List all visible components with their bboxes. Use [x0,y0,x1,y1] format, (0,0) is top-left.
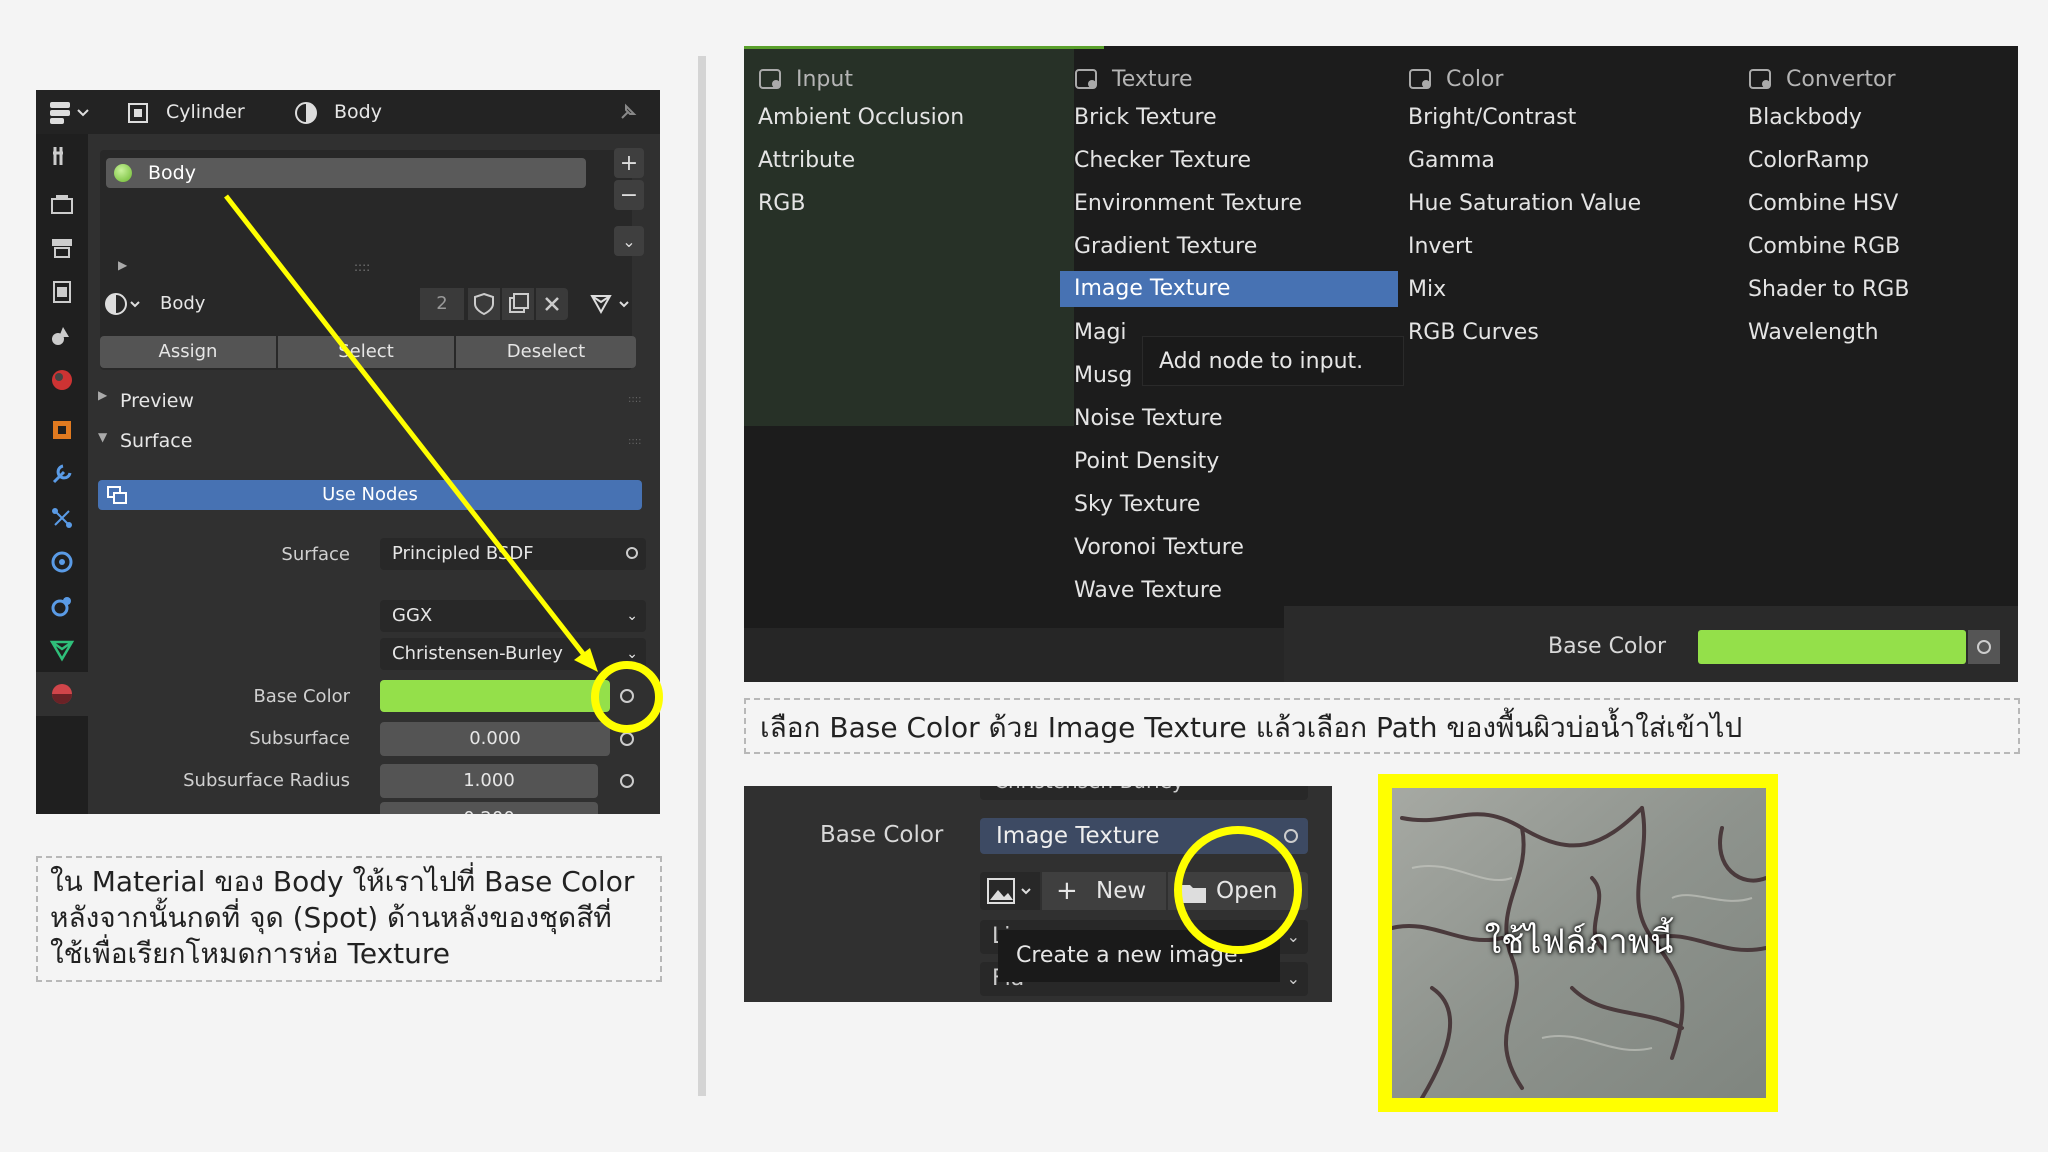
caption-line-3: ใช้เพื่อเรียกโหมดการห่อ Texture [50,937,451,970]
subsurface-method-cutoff: Christensen-Burley [980,786,1308,800]
menu-item[interactable]: ColorRamp [1748,139,1909,182]
open-highlight-circle [1174,826,1302,954]
menu-item[interactable]: Shader to RGB [1748,268,1909,311]
column-header: Convertor [1786,66,1896,92]
menu-icon [1409,69,1431,89]
texture-caption: ใช้ไฟล์ภาพนี้ [1484,922,1674,962]
base-color-label: Base Color [820,822,944,848]
menu-column-input: Input Ambient Occlusion Attribute RGB [758,62,964,225]
annotation-arrow [224,194,590,662]
socket-button[interactable] [1968,630,2000,664]
menu-item[interactable]: Point Density [1074,440,1398,483]
background-timeline [744,628,1284,682]
menu-item[interactable]: Bright/Contrast [1408,96,1641,139]
highlight-circle [591,661,663,733]
menu-item[interactable]: Checker Texture [1074,139,1398,182]
menu-item[interactable]: Combine RGB [1748,225,1909,268]
menu-item[interactable]: Blackbody [1748,96,1909,139]
middle-caption: เลือก Base Color ด้วย Image Texture แล้ว… [744,698,2020,754]
chevron-down-icon: ⌄ [1286,969,1300,988]
base-color-value: Image Texture [996,823,1160,849]
plus-icon: + [1056,876,1078,906]
menu-column-convertor: Convertor Blackbody ColorRamp Combine HS… [1748,62,1909,354]
menu-item[interactable]: Gradient Texture [1074,225,1398,268]
menu-item[interactable]: Brick Texture [1074,96,1398,139]
selection-bar [744,46,1104,49]
menu-item[interactable]: Gamma [1408,139,1641,182]
menu-item[interactable]: Wavelength [1748,311,1909,354]
menu-item-selected[interactable]: Image Texture [1060,271,1398,307]
column-header: Texture [1112,66,1193,92]
menu-item[interactable]: Voronoi Texture [1074,526,1398,569]
menu-item[interactable]: Sky Texture [1074,483,1398,526]
menu-item[interactable]: Environment Texture [1074,182,1398,225]
menu-item[interactable]: Invert [1408,225,1641,268]
menu-item[interactable]: RGB [758,182,964,225]
tooltip: Add node to input. [1142,336,1404,386]
rock-texture-image: ใช้ไฟล์ภาพนี้ [1390,788,1768,1100]
menu-item[interactable]: Noise Texture [1074,397,1398,440]
add-node-menu-screenshot: Input Ambient Occlusion Attribute RGB Te… [744,46,2018,682]
base-color-label: Base Color [1548,634,1667,659]
socket-icon [1977,640,1991,654]
menu-item[interactable]: RGB Curves [1408,311,1641,354]
menu-item[interactable]: Hue Saturation Value [1408,182,1641,225]
menu-icon [1075,69,1097,89]
new-image-button[interactable]: + New [1042,872,1166,910]
base-color-swatch[interactable] [1698,630,1966,664]
menu-item[interactable]: Attribute [758,139,964,182]
menu-column-color: Color Bright/Contrast Gamma Hue Saturati… [1408,62,1641,354]
left-caption: ใน Material ของ Body ให้เราไปที่ Base Co… [36,856,662,982]
menu-item[interactable]: Mix [1408,268,1641,311]
caption-line-1: ใน Material ของ Body ให้เราไปที่ Base Co… [50,865,635,898]
menu-icon [759,69,781,89]
new-label: New [1096,878,1147,904]
column-header: Color [1446,66,1504,92]
annotation-arrowhead [574,648,598,672]
menu-item[interactable]: Combine HSV [1748,182,1909,225]
column-header: Input [796,66,853,92]
caption-line-2: หลังจากนั้นกดที่ จุด (Spot) ด้านหลังของช… [50,901,612,934]
middle-caption-text: เลือก Base Color ด้วย Image Texture แล้ว… [760,711,1743,744]
menu-icon [1749,69,1771,89]
browse-image-button[interactable] [980,872,1040,910]
menu-item[interactable]: Ambient Occlusion [758,96,964,139]
